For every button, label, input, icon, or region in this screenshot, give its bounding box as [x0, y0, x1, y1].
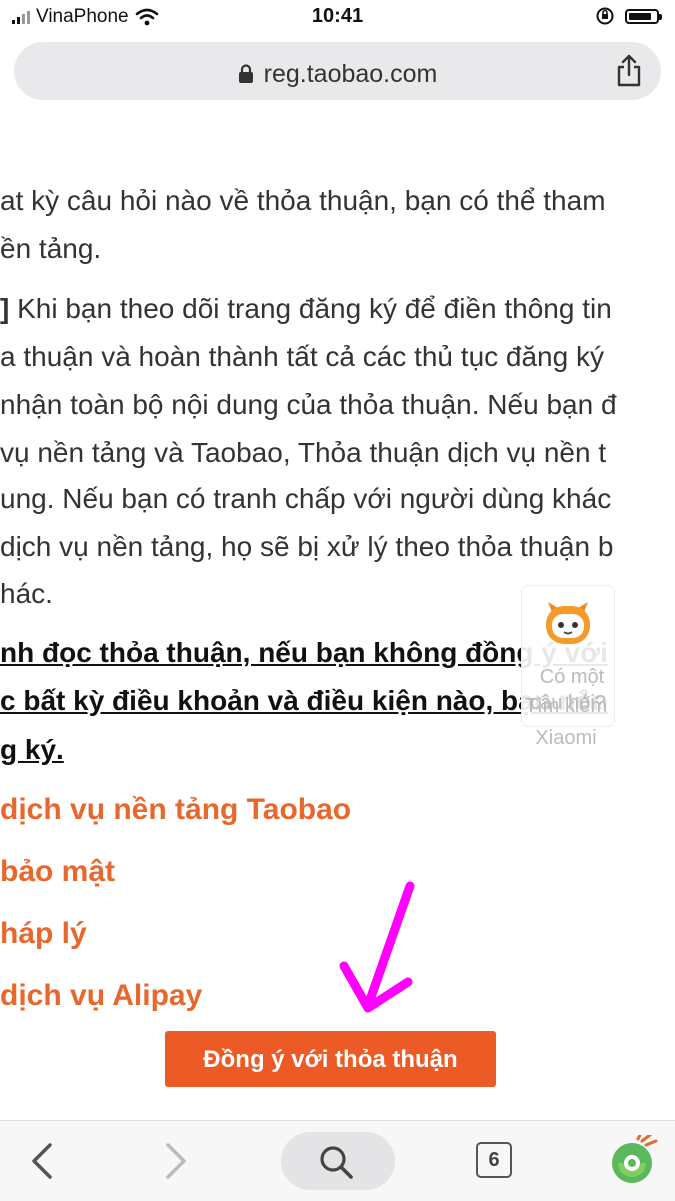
bracket-line-text: Khi bạn theo dõi trang đăng ký để điền t…	[9, 293, 612, 324]
address-bar[interactable]: reg.taobao.com	[14, 42, 661, 100]
agreement-link-legal[interactable]: háp lý	[0, 917, 87, 951]
agree-button[interactable]: Đồng ý với thỏa thuận	[165, 1031, 496, 1087]
bracket-text: ]	[0, 293, 10, 324]
status-bar: VinaPhone 10:41	[0, 0, 675, 36]
battery-icon	[625, 8, 662, 24]
warning-line: g ký.	[0, 734, 64, 765]
helper-mascot-icon	[546, 602, 590, 644]
agreement-link-privacy[interactable]: bảo mật	[0, 855, 115, 889]
search-icon	[320, 1146, 353, 1179]
agreement-line: nhận toàn bộ nội dung của thỏa thuận. Nế…	[0, 389, 617, 420]
search-button[interactable]	[281, 1132, 395, 1190]
agreement-link-taobao[interactable]: dịch vụ nền tảng Taobao	[0, 793, 351, 827]
agreement-line: ung. Nếu bạn có tranh chấp với người dùn…	[0, 483, 612, 514]
coccoc-logo-icon[interactable]	[608, 1135, 658, 1185]
orientation-lock-icon	[596, 7, 614, 25]
lock-icon	[238, 64, 253, 84]
warning-line: nh đọc thỏa thuận, nếu bạn không đồng ý …	[0, 637, 608, 668]
agreement-line: at kỳ câu hỏi nào về thỏa thuận, bạn có …	[0, 185, 606, 216]
url-text-wrapper[interactable]: reg.taobao.com	[14, 59, 661, 89]
agreement-line: ền tảng.	[0, 233, 102, 264]
browser-toolbar: 6	[0, 1120, 675, 1201]
agreement-line: vụ nền tảng và Taobao, Thỏa thuận dịch v…	[0, 437, 607, 468]
back-icon[interactable]	[28, 1141, 58, 1181]
share-icon[interactable]	[615, 54, 643, 88]
agreement-line: a thuận và hoàn thành tất cả các thủ tục…	[0, 341, 604, 372]
agreement-line: hác.	[0, 578, 53, 609]
forward-icon[interactable]	[160, 1141, 190, 1181]
url-text: reg.taobao.com	[263, 59, 438, 88]
agreement-line-bracket: ] Khi bạn theo dõi trang đăng ký để điền…	[0, 293, 612, 325]
agreement-link-alipay[interactable]: dịch vụ Alipay	[0, 979, 202, 1013]
arrow-annotation-icon	[339, 881, 415, 1013]
clock: 10:41	[311, 5, 364, 27]
clipped-text-line	[0, 108, 675, 114]
xiaomi-search-overlay[interactable]: Tìm kiếm Xiaomi	[510, 690, 622, 754]
helper-text: Có một	[539, 666, 605, 688]
tabs-icon[interactable]: 6	[476, 1142, 512, 1178]
agreement-line: dịch vụ nền tảng, họ sẽ bị xử lý theo th…	[0, 531, 614, 562]
status-right	[595, 6, 662, 26]
